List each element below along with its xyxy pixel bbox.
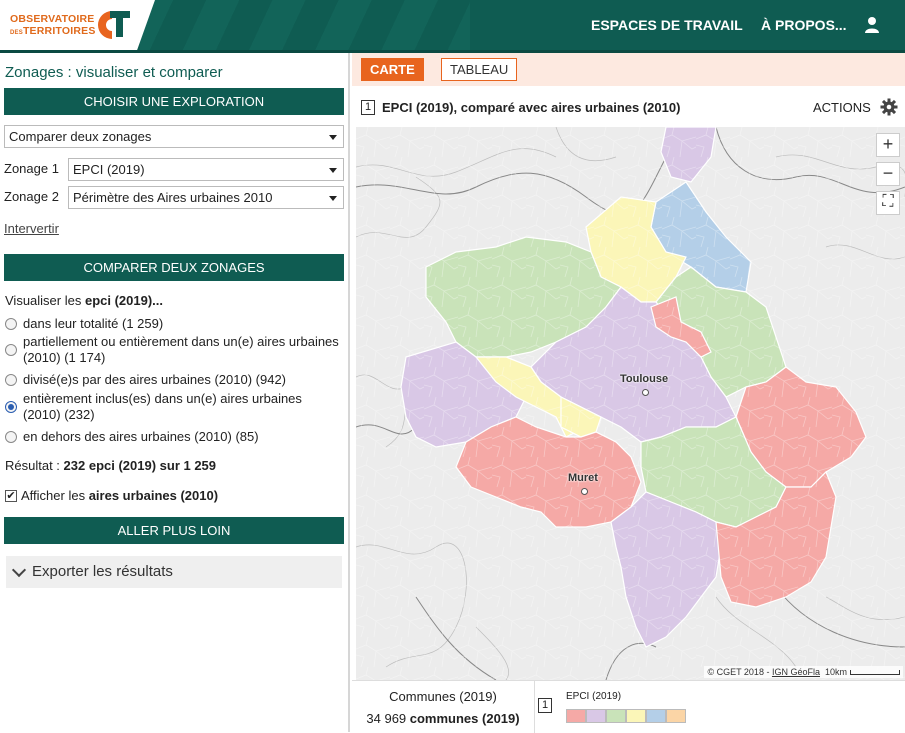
header-decoration [140, 0, 470, 52]
option-label: entièrement inclus(es) dans un(e) aires … [23, 391, 302, 422]
go-further-bar[interactable]: ALLER PLUS LOIN [4, 517, 344, 544]
zoom-out-button[interactable]: − [876, 162, 900, 186]
app-header: OBSERVATOIRE DESTERRITOIRES ESPACES DE T… [0, 0, 905, 52]
map-index-badge: 1 [361, 100, 375, 115]
page-title: Zonages : visualiser et comparer [5, 64, 223, 81]
communes-count: 34 969 communes (2019) [366, 711, 520, 726]
legend-swatch [646, 709, 666, 723]
option-label: dans leur totalité (1 259) [23, 316, 164, 331]
ct-logo-icon [98, 11, 130, 39]
map-attribution: © CGET 2018 - IGN GéoFla 10km [704, 666, 903, 678]
zonage1-select[interactable]: EPCI (2019) [68, 158, 344, 181]
city-marker-toulouse [642, 389, 649, 396]
city-label-muret: Muret [568, 472, 598, 484]
map-panel: CARTE TABLEAU 1 EPCI (2019), comparé ave… [352, 53, 905, 733]
option-label: partiellement ou entièrement dans un(e) … [23, 334, 339, 365]
logo-text: OBSERVATOIRE DESTERRITOIRES [10, 13, 96, 37]
user-icon[interactable] [864, 16, 880, 34]
nav-about[interactable]: À PROPOS... [761, 17, 847, 33]
nav-workspaces[interactable]: ESPACES DE TRAVAIL [591, 17, 743, 33]
legend-swatch [586, 709, 606, 723]
view-tabs: CARTE TABLEAU [352, 53, 905, 86]
legend-index-badge: 1 [538, 698, 552, 713]
zonage2-label: Zonage 2 [4, 189, 59, 204]
ign-link[interactable]: IGN GéoFla [772, 667, 820, 677]
map-title: EPCI (2019), comparé avec aires urbaines… [382, 100, 681, 115]
visualize-heading: Visualiser les epci (2019)... [5, 293, 164, 308]
chevron-down-icon [11, 562, 27, 578]
city-label-toulouse: Toulouse [620, 373, 669, 385]
legend-title: EPCI (2019) [566, 691, 622, 702]
scale-bar [850, 670, 900, 676]
radio-button[interactable] [5, 344, 17, 356]
zonage2-value: Périmètre des Aires urbaines 2010 [73, 190, 273, 205]
communes-label: Communes (2019) [389, 689, 497, 704]
zonage2-select[interactable]: Périmètre des Aires urbaines 2010 [68, 186, 344, 209]
logo[interactable]: OBSERVATOIRE DESTERRITOIRES [0, 0, 155, 52]
exploration-select-value: Comparer deux zonages [9, 129, 152, 144]
map-view[interactable]: + − ⛶ Toulouse Muret © CGET 2018 - IGN G… [356, 127, 905, 680]
legend-swatch [606, 709, 626, 723]
legend-swatch [666, 709, 686, 723]
legend-swatch [626, 709, 646, 723]
tab-map[interactable]: CARTE [361, 58, 424, 81]
radio-button[interactable] [5, 318, 17, 330]
radio-button[interactable] [5, 431, 17, 443]
chevron-down-icon [329, 135, 337, 140]
option-label: divisé(e)s par des aires urbaines (2010)… [23, 372, 287, 387]
zonage1-value: EPCI (2019) [73, 162, 145, 177]
exploration-select[interactable]: Comparer deux zonages [4, 125, 344, 148]
zonage1-label: Zonage 1 [4, 161, 59, 176]
map-legend: Communes (2019) 34 969 communes (2019) 1… [352, 680, 905, 733]
show-urban-areas-label[interactable]: Afficher les aires urbaines (2010) [21, 488, 218, 503]
actions-button[interactable]: ACTIONS [813, 100, 871, 115]
scale-label: 10km [824, 667, 847, 677]
export-results-accordion[interactable]: Exporter les résultats [6, 556, 342, 588]
zoom-in-button[interactable]: + [876, 133, 900, 157]
choose-exploration-bar[interactable]: CHOISIR UNE EXPLORATION [4, 88, 344, 115]
swap-link[interactable]: Intervertir [4, 221, 59, 236]
chevron-down-icon [329, 196, 337, 201]
result-text: Résultat : 232 epci (2019) sur 1 259 [5, 458, 217, 473]
gear-icon[interactable] [880, 98, 898, 116]
compare-zonages-bar[interactable]: COMPARER DEUX ZONAGES [4, 254, 344, 281]
legend-swatch [566, 709, 586, 723]
map-canvas [356, 127, 905, 680]
tab-table[interactable]: TABLEAU [441, 58, 518, 81]
city-marker-muret [581, 488, 588, 495]
map-header: 1 EPCI (2019), comparé avec aires urbain… [352, 86, 905, 127]
show-urban-areas-checkbox[interactable]: ✔ [5, 490, 17, 502]
option-label: en dehors des aires urbaines (2010) (85) [23, 429, 259, 444]
export-label: Exporter les résultats [32, 563, 173, 580]
left-panel: Zonages : visualiser et comparer CHOISIR… [0, 53, 350, 732]
fullscreen-button[interactable]: ⛶ [876, 191, 900, 215]
radio-button[interactable] [5, 374, 17, 386]
legend-divider [534, 681, 535, 733]
radio-button-selected[interactable] [5, 401, 17, 413]
chevron-down-icon [329, 168, 337, 173]
